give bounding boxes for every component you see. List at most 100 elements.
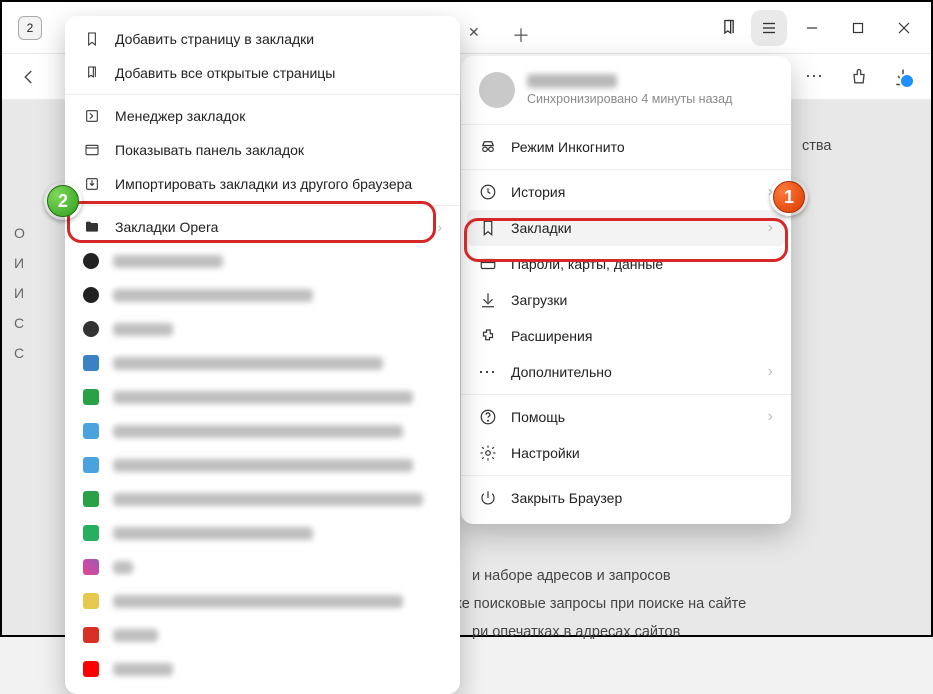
favicon [83, 287, 99, 303]
dots-icon: ⋯ [479, 362, 497, 383]
favicon [83, 457, 99, 473]
favicon [83, 593, 99, 609]
bookmark-all-icon [83, 65, 101, 81]
more-icon[interactable]: ⋯ [805, 66, 825, 87]
chevron-right-icon: › [437, 219, 442, 235]
submenu-label: Добавить страницу в закладки [115, 31, 442, 47]
tab-close-icon[interactable]: ✕ [468, 24, 480, 41]
menu-label: История [511, 184, 754, 200]
bookmark-entry[interactable] [65, 448, 460, 482]
bookmark-entry[interactable] [65, 312, 460, 346]
menu-label: Помощь [511, 409, 754, 425]
submenu-show-bar[interactable]: Показывать панель закладок [65, 133, 460, 167]
menu-passwords[interactable]: Пароли, карты, данные [461, 246, 791, 282]
bookmark-all-icon[interactable] [711, 10, 747, 46]
bg-text: же поисковые запросы при поиске на сайте [452, 596, 746, 612]
submenu-add-all[interactable]: Добавить все открытые страницы [65, 56, 460, 90]
menu-label: Расширения [511, 328, 773, 344]
submenu-manager[interactable]: Менеджер закладок [65, 99, 460, 133]
bookmark-entry[interactable] [65, 244, 460, 278]
favicon [83, 253, 99, 269]
bg-text: ри опечатках в адресах сайтов [472, 624, 680, 640]
tab-counter[interactable]: 2 [18, 16, 42, 40]
menu-label: Закрыть Браузер [511, 490, 773, 506]
bookmark-entry[interactable] [65, 278, 460, 312]
favicon [83, 627, 99, 643]
menu-downloads[interactable]: Загрузки [461, 282, 791, 318]
menu-label: Дополнительно [511, 364, 754, 380]
bg-text: и наборе адресов и запросов [472, 568, 671, 584]
main-menu: Синхронизировано 4 минуты назад Режим Ин… [461, 56, 791, 524]
bookmark-entry[interactable] [65, 380, 460, 414]
favicon [83, 321, 99, 337]
bookmark-entry[interactable] [65, 584, 460, 618]
bookmark-icon [479, 219, 497, 237]
menu-label: Загрузки [511, 292, 773, 308]
main-menu-button[interactable] [751, 10, 787, 46]
submenu-label: Показывать панель закладок [115, 142, 442, 158]
feedback-icon[interactable] [849, 67, 869, 87]
panel-icon [83, 142, 101, 158]
chevron-right-icon: › [768, 363, 773, 381]
help-icon [479, 408, 497, 426]
downloads-icon[interactable] [893, 67, 913, 87]
menu-extensions[interactable]: Расширения [461, 318, 791, 354]
profile-name [527, 74, 617, 88]
power-icon [479, 489, 497, 507]
menu-more[interactable]: ⋯ Дополнительно › [461, 354, 791, 390]
sidebar-letter: О [14, 218, 46, 248]
history-icon [479, 183, 497, 201]
back-button[interactable] [20, 68, 38, 86]
bookmark-entry[interactable] [65, 550, 460, 584]
sidebar-letter: С [14, 338, 46, 368]
submenu-label: Импортировать закладки из другого браузе… [115, 176, 442, 192]
avatar [479, 72, 515, 108]
favicon [83, 491, 99, 507]
menu-history[interactable]: История › [461, 174, 791, 210]
menu-label: Режим Инкогнито [511, 139, 773, 155]
menu-incognito[interactable]: Режим Инкогнито [461, 129, 791, 165]
puzzle-icon [479, 327, 497, 345]
incognito-icon [479, 138, 497, 156]
import-icon [83, 176, 101, 192]
minimize-button[interactable] [791, 11, 833, 45]
download-icon [479, 291, 497, 309]
bookmark-icon [83, 31, 101, 47]
folder-icon [83, 219, 101, 235]
menu-label: Пароли, карты, данные [511, 256, 773, 272]
close-button[interactable] [883, 11, 925, 45]
sidebar-letter: И [14, 278, 46, 308]
chevron-right-icon: › [768, 219, 773, 237]
new-tab-button[interactable]: ＋ [512, 22, 530, 48]
manager-icon [83, 108, 101, 124]
bookmark-entry[interactable] [65, 618, 460, 652]
card-icon [479, 255, 497, 273]
profile-row[interactable]: Синхронизировано 4 минуты назад [461, 62, 791, 120]
bg-text: ства [802, 138, 832, 154]
sidebar-letter: С [14, 308, 46, 338]
sync-status: Синхронизировано 4 минуты назад [527, 92, 773, 106]
submenu-folder-opera[interactable]: Закладки Opera › [65, 210, 460, 244]
callout-number-2: 2 [44, 182, 82, 220]
gear-icon [479, 444, 497, 462]
menu-help[interactable]: Помощь › [461, 399, 791, 435]
favicon [83, 661, 99, 677]
submenu-label: Менеджер закладок [115, 108, 442, 124]
favicon [83, 423, 99, 439]
submenu-import[interactable]: Импортировать закладки из другого браузе… [65, 167, 460, 201]
bookmark-entry[interactable] [65, 652, 460, 686]
submenu-label: Закладки Opera [115, 219, 423, 235]
menu-settings[interactable]: Настройки [461, 435, 791, 471]
callout-number-1: 1 [770, 178, 808, 216]
menu-bookmarks[interactable]: Закладки › [467, 210, 785, 246]
sidebar-letter: И [14, 248, 46, 278]
submenu-add-page[interactable]: Добавить страницу в закладки [65, 22, 460, 56]
menu-close-browser[interactable]: Закрыть Браузер [461, 480, 791, 516]
favicon [83, 525, 99, 541]
maximize-button[interactable] [837, 11, 879, 45]
bookmark-entry[interactable] [65, 346, 460, 380]
bookmark-entry[interactable] [65, 516, 460, 550]
favicon [83, 389, 99, 405]
bookmark-entry[interactable] [65, 482, 460, 516]
bookmark-entry[interactable] [65, 414, 460, 448]
